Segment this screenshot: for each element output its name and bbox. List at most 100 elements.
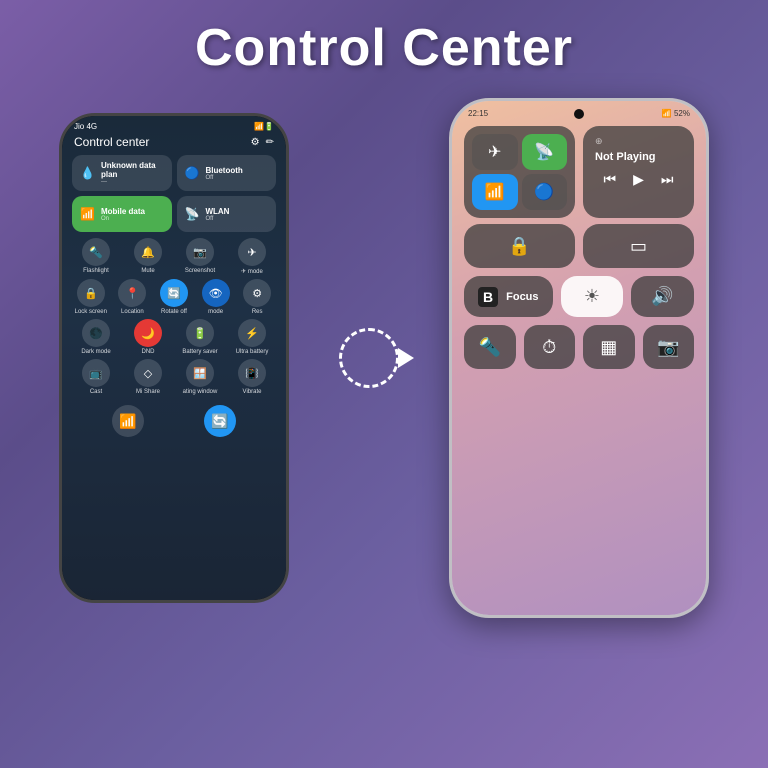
quad-toggles: ✈ 📡 📶 🔵 xyxy=(464,126,575,218)
arrow-area xyxy=(329,328,409,388)
res-icon: ⚙ xyxy=(243,279,271,307)
status-icons: 📶🔋 xyxy=(254,122,274,131)
settings-icon[interactable]: ⚙ xyxy=(251,137,260,148)
wlan-icon: 📡 xyxy=(185,207,200,221)
sync-btn[interactable]: 🔄 xyxy=(204,405,236,437)
cc-top-grid: ✈ 📡 📶 🔵 ⊕ Not Playing ⏮ ▶ ⏭ xyxy=(452,122,706,224)
bluetooth-icon: 🔵 xyxy=(185,166,200,180)
flashlight-btn[interactable]: 🔦 Flashlight xyxy=(72,238,120,275)
icon-row-4: 📺 Cast ◇ Mi Share 🪟 ating window 📳 Vibra… xyxy=(62,359,286,395)
not-playing-header: ⊕ xyxy=(595,136,682,147)
brightness-icon: ☀ xyxy=(584,286,600,307)
left-phone-screen: Jio 4G 📶🔋 Control center ⚙ ✏ 💧 Unknown d… xyxy=(62,116,286,600)
cast-icon: 📺 xyxy=(82,359,110,387)
ultra-battery-icon: ⚡ xyxy=(238,319,266,347)
right-status-icons: 📶 52% xyxy=(662,109,690,118)
screenshot-icon: 📷 xyxy=(186,238,214,266)
lock-icon: 🔒 xyxy=(77,279,105,307)
rotate-btn[interactable]: 🔄 Rotate off xyxy=(155,279,193,315)
bluetooth-toggle[interactable]: 🔵 xyxy=(522,174,568,210)
screen-mirror-btn[interactable]: ▭ xyxy=(583,224,694,268)
dnd-icon: 🌙 xyxy=(134,319,162,347)
prev-btn[interactable]: ⏮ xyxy=(604,171,617,188)
mobile-data-icon: 📶 xyxy=(80,207,95,221)
left-title-icon-area: ⚙ ✏ xyxy=(251,137,274,148)
cc-controls-row: B Focus ☀ 🔊 xyxy=(452,276,706,317)
play-btn[interactable]: ▶ xyxy=(633,171,644,188)
location-btn[interactable]: 📍 Location xyxy=(114,279,152,315)
mute-btn[interactable]: 🔔 Mute xyxy=(124,238,172,275)
calculator-btn[interactable]: ▦ xyxy=(583,325,635,369)
edit-icon[interactable]: ✏ xyxy=(266,137,274,148)
signal-toggle[interactable]: 📡 xyxy=(522,134,568,170)
phones-container: Jio 4G 📶🔋 Control center ⚙ ✏ 💧 Unknown d… xyxy=(0,98,768,618)
floating-window-icon: 🪟 xyxy=(186,359,214,387)
brightness-tile[interactable]: ☀ xyxy=(561,276,624,317)
dark-mode-icon: 🌑 xyxy=(82,319,110,347)
right-phone: 22:15 📶 52% ✈ 📡 📶 🔵 ⊕ xyxy=(449,98,709,618)
location-icon: 📍 xyxy=(118,279,146,307)
focus-icon: B xyxy=(478,287,498,307)
left-status-bar: Jio 4G 📶🔋 xyxy=(62,116,286,133)
right-phone-screen: 22:15 📶 52% ✈ 📡 📶 🔵 ⊕ xyxy=(452,101,706,615)
data-plan-text: Unknown data plan --- xyxy=(101,161,164,185)
vibrate-btn[interactable]: 📳 Vibrate xyxy=(228,359,276,395)
floating-window-btn[interactable]: 🪟 ating window xyxy=(176,359,224,395)
dashed-circle xyxy=(339,328,399,388)
airplane-toggle[interactable]: ✈ xyxy=(472,134,518,170)
left-title-bar: Control center ⚙ ✏ xyxy=(62,133,286,155)
mi-share-btn[interactable]: ◇ Mi Share xyxy=(124,359,172,395)
bluetooth-tile[interactable]: 🔵 Bluetooth Off xyxy=(177,155,277,191)
volume-icon: 🔊 xyxy=(651,286,673,307)
cast-btn[interactable]: 📺 Cast xyxy=(72,359,120,395)
timer-btn[interactable]: ⏱ xyxy=(524,325,576,369)
flashlight-btn-right[interactable]: 🔦 xyxy=(464,325,516,369)
battery-saver-icon: 🔋 xyxy=(186,319,214,347)
focus-label: Focus xyxy=(506,291,538,303)
wlan-text: WLAN Off xyxy=(205,207,229,222)
control-center-title: Control center xyxy=(74,135,149,149)
dark-mode-btn[interactable]: 🌑 Dark mode xyxy=(72,319,120,355)
wifi-bottom-btn[interactable]: 📶 xyxy=(112,405,144,437)
rotate-icon: 🔄 xyxy=(160,279,188,307)
volume-tile[interactable]: 🔊 xyxy=(631,276,694,317)
focus-tile[interactable]: B Focus xyxy=(464,276,553,317)
screen-lock-btn[interactable]: 🔒 xyxy=(464,224,575,268)
mi-share-icon: ◇ xyxy=(134,359,162,387)
bluetooth-text: Bluetooth Off xyxy=(205,166,242,181)
eye-mode-btn[interactable]: 👁 mode xyxy=(197,279,235,315)
carrier-label: Jio 4G xyxy=(74,122,97,131)
lock-screen-btn[interactable]: 🔒 Lock screen xyxy=(72,279,110,315)
icon-row-3: 🌑 Dark mode 🌙 DND 🔋 Battery saver ⚡ Ultr… xyxy=(62,319,286,355)
wifi-toggle[interactable]: 📶 xyxy=(472,174,518,210)
icon-row-1: 🔦 Flashlight 🔔 Mute 📷 Screenshot ✈ ✈ mod… xyxy=(62,238,286,275)
left-phone: Jio 4G 📶🔋 Control center ⚙ ✏ 💧 Unknown d… xyxy=(59,113,289,603)
flashlight-icon: 🔦 xyxy=(82,238,110,266)
airplay-icon: ⊕ xyxy=(595,136,603,147)
not-playing-tile: ⊕ Not Playing ⏮ ▶ ⏭ xyxy=(583,126,694,218)
arrow-right-icon xyxy=(398,348,414,368)
res-btn[interactable]: ⚙ Res xyxy=(238,279,276,315)
camera-btn[interactable]: 📷 xyxy=(643,325,695,369)
quad-grid: ✈ 📡 📶 🔵 xyxy=(472,134,567,210)
wlan-tile[interactable]: 📡 WLAN Off xyxy=(177,196,277,232)
icon-row-2: 🔒 Lock screen 📍 Location 🔄 Rotate off 👁 … xyxy=(62,279,286,315)
eye-icon: 👁 xyxy=(202,279,230,307)
dnd-btn[interactable]: 🌙 DND xyxy=(124,319,172,355)
next-btn[interactable]: ⏭ xyxy=(661,171,674,188)
page-title: Control Center xyxy=(0,0,768,78)
ultra-battery-btn[interactable]: ⚡ Ultra battery xyxy=(228,319,276,355)
time-label: 22:15 xyxy=(468,109,488,118)
data-plan-icon: 💧 xyxy=(80,166,95,180)
media-controls: ⏮ ▶ ⏭ xyxy=(595,171,682,188)
not-playing-label: Not Playing xyxy=(595,151,682,163)
mobile-data-tile[interactable]: 📶 Mobile data On xyxy=(72,196,172,232)
battery-saver-btn[interactable]: 🔋 Battery saver xyxy=(176,319,224,355)
vibrate-icon: 📳 xyxy=(238,359,266,387)
airplane-btn[interactable]: ✈ ✈ mode xyxy=(228,238,276,275)
top-tiles-grid: 💧 Unknown data plan --- 🔵 Bluetooth Off … xyxy=(62,155,286,232)
left-bottom-bar: 📶 🔄 xyxy=(62,399,286,443)
cc-bottom-row: 🔦 ⏱ ▦ 📷 xyxy=(452,325,706,369)
screenshot-btn[interactable]: 📷 Screenshot xyxy=(176,238,224,275)
data-plan-tile[interactable]: 💧 Unknown data plan --- xyxy=(72,155,172,191)
